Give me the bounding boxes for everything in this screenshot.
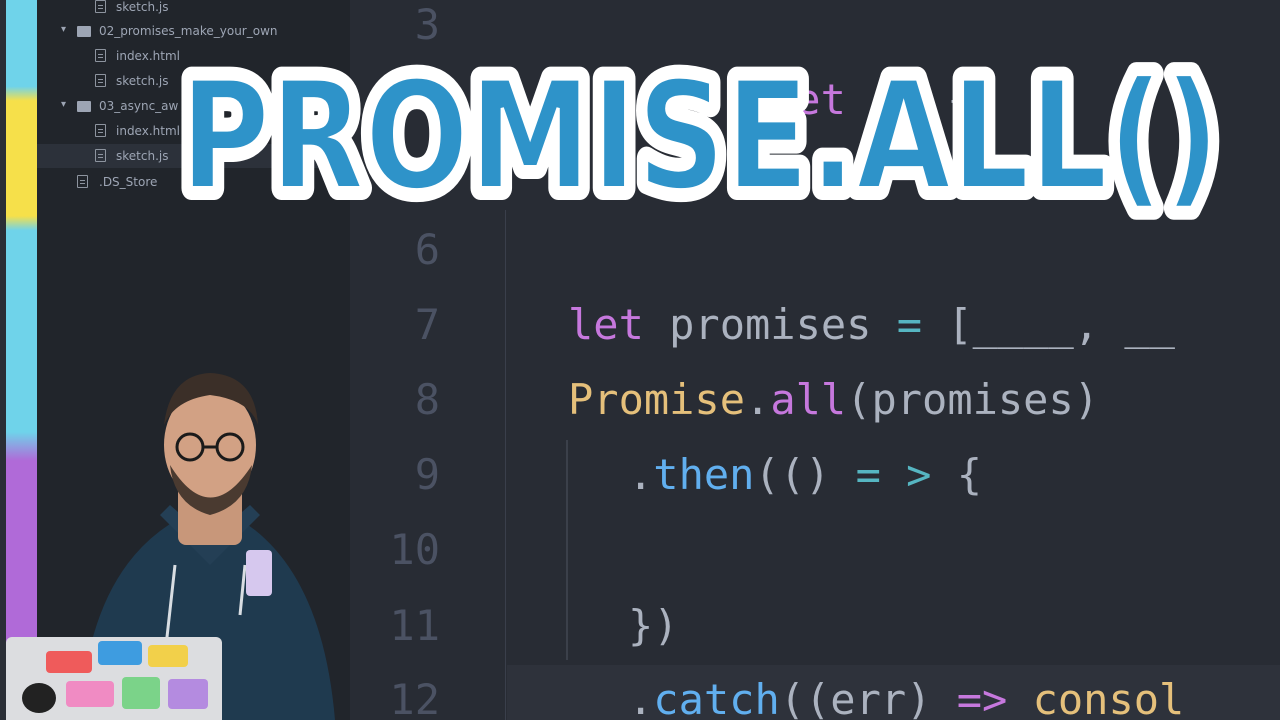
line-number: 11 <box>389 601 440 650</box>
laptop-sticker <box>98 641 142 665</box>
laptop-sticker <box>46 651 92 673</box>
tree-folder-02-promises[interactable]: ▾ 02_promises_make_your_own <box>37 19 350 43</box>
screen: sketch.js ▾ 02_promises_make_your_own in… <box>0 0 1280 720</box>
gutter-divider <box>505 210 506 720</box>
code-line-7: let promises = [____, __ <box>568 300 1175 349</box>
file-icon <box>77 175 88 188</box>
laptop-sticker <box>148 645 188 667</box>
line-number: 9 <box>414 450 440 499</box>
laptop-sticker <box>122 677 160 709</box>
file-icon <box>95 49 106 62</box>
tree-item-sketch-js[interactable]: sketch.js <box>37 0 350 19</box>
code-line-11: }) <box>628 601 679 650</box>
laptop-sticker <box>22 683 56 713</box>
line-number: 7 <box>414 300 440 349</box>
folder-icon <box>77 26 91 37</box>
line-number: 12 <box>389 675 440 720</box>
code-line-8: Promise.all(promises) <box>568 375 1100 424</box>
file-icon <box>95 74 106 87</box>
title-banner: PROMISE.ALL() PROMISE.ALL() <box>170 50 1230 220</box>
file-icon <box>95 149 106 162</box>
chevron-down-icon[interactable]: ▾ <box>61 24 66 35</box>
chevron-down-icon[interactable]: ▾ <box>61 99 66 110</box>
laptop-sticker <box>66 681 114 707</box>
line-number: 6 <box>414 225 440 274</box>
line-number: 8 <box>414 375 440 424</box>
title-text: PROMISE.ALL() <box>180 50 1220 220</box>
laptop-sticker <box>168 679 208 709</box>
laptop <box>6 637 222 720</box>
file-icon <box>95 0 106 13</box>
indent-guide <box>566 440 568 660</box>
strip-edge <box>0 0 6 720</box>
line-number: 10 <box>389 525 440 574</box>
code-line-9: .then(() = > { <box>628 450 983 499</box>
code-line-12: .catch((err) => consol <box>628 675 1185 720</box>
line-number: 3 <box>414 0 440 49</box>
file-icon <box>95 124 106 137</box>
folder-icon <box>77 101 91 112</box>
